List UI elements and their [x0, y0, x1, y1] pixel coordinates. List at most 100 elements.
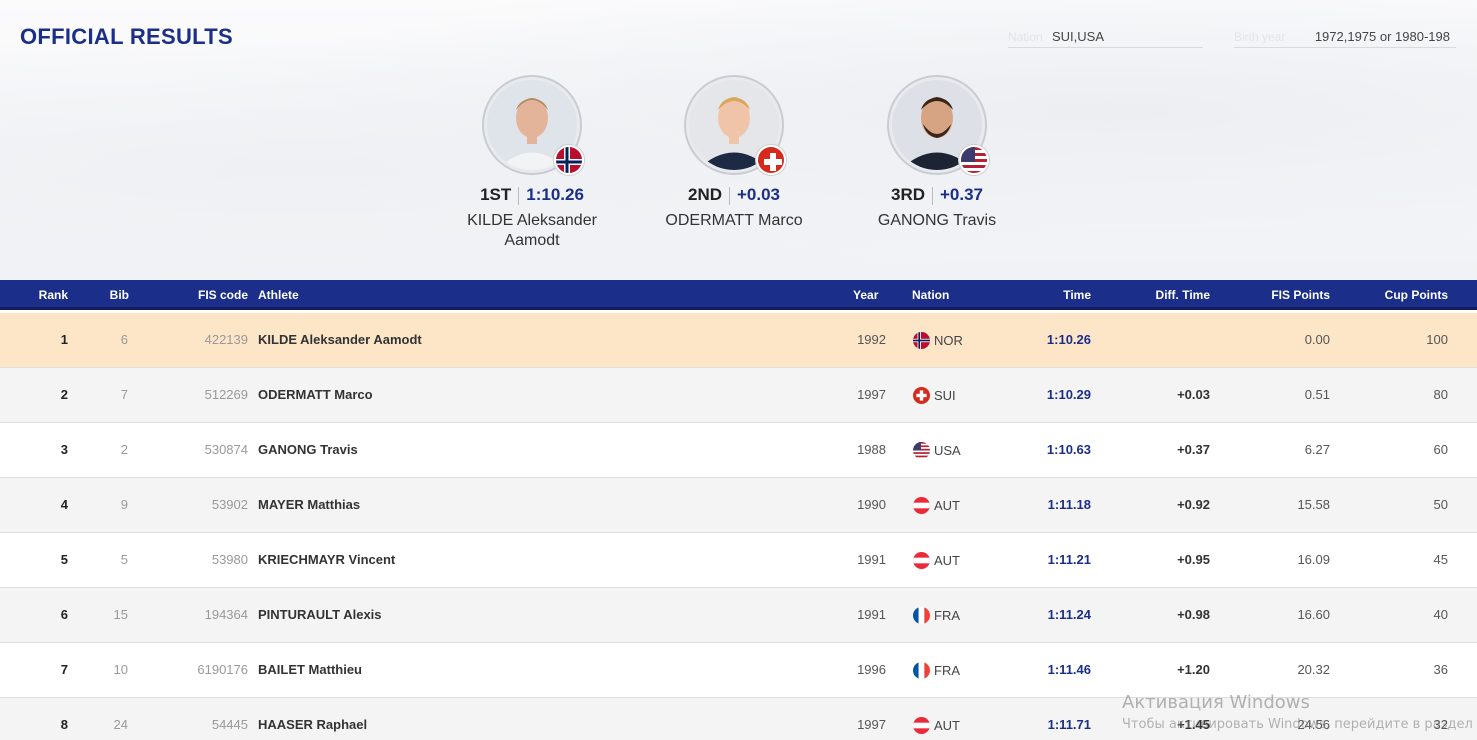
- diff-time-cell: +1.20: [1177, 662, 1210, 677]
- column-header-bib[interactable]: Bib: [100, 288, 129, 302]
- time-cell: 1:11.21: [1047, 552, 1091, 567]
- fis-code-cell: 53902: [211, 497, 248, 512]
- podium-time: +0.03: [737, 185, 781, 204]
- rank-cell: 2: [60, 387, 68, 402]
- nation-code: FRA: [934, 608, 960, 623]
- podium-card-first[interactable]: 1ST 1:10.26 KILDE Aleksander Aamodt: [442, 75, 622, 251]
- column-header-cup-points[interactable]: Cup Points: [1360, 288, 1448, 302]
- athlete-name-link[interactable]: KRIECHMAYR Vincent: [258, 552, 395, 567]
- rank-cell: 5: [60, 552, 68, 567]
- rank-cell: 8: [60, 717, 68, 732]
- table-row[interactable]: 7 10 6190176 BAILET Matthieu 1996 FRA 1:11.46 +…: [0, 643, 1477, 698]
- fis-code-cell: 194364: [204, 607, 248, 622]
- nation-filter-input[interactable]: Nation SUI,USA: [1008, 28, 1203, 48]
- table-row[interactable]: 2 7 512269 ODERMATT Marco 1997 SUI 1:10.29 +0.0…: [0, 368, 1477, 423]
- athlete-name-link[interactable]: MAYER Matthias: [258, 497, 360, 512]
- podium-card-second[interactable]: 2ND +0.03 ODERMATT Marco: [644, 75, 824, 231]
- time-cell: 1:11.24: [1047, 607, 1091, 622]
- bib-cell: 10: [113, 662, 128, 677]
- rank-cell: 1: [60, 332, 68, 347]
- hero-banner: OFFICIAL RESULTS Nation SUI,USA Birth ye…: [0, 0, 1477, 280]
- norway-flag-icon: [554, 145, 584, 175]
- time-cell: 1:11.46: [1047, 662, 1091, 677]
- fis-points-cell: 16.60: [1297, 607, 1330, 622]
- time-cell: 1:10.26: [1046, 332, 1091, 347]
- table-row[interactable]: 3 2 530874 GANONG Travis 1988 USA 1:10.63 +0.37…: [0, 423, 1477, 478]
- fis-points-cell: 6.27: [1304, 442, 1330, 457]
- switzerland-flag-icon: [756, 145, 786, 175]
- fis-code-cell: 422139: [204, 332, 248, 347]
- avatar: [887, 75, 989, 175]
- bib-cell: 2: [120, 442, 128, 457]
- birth-year-filter-input[interactable]: Birth year 1972,1975 or 1980-198: [1234, 28, 1456, 48]
- column-header-year[interactable]: Year: [853, 288, 878, 302]
- year-cell: 1988: [857, 442, 886, 457]
- column-header-rank[interactable]: Rank: [0, 288, 68, 302]
- column-header-nation[interactable]: Nation: [912, 288, 949, 302]
- podium-result-line: 1ST 1:10.26: [442, 185, 622, 205]
- podium-athlete-name[interactable]: KILDE Aleksander Aamodt: [442, 211, 622, 251]
- column-header-fis-code[interactable]: FIS code: [160, 288, 248, 302]
- nation-code: NOR: [934, 333, 963, 348]
- fis-points-cell: 15.58: [1297, 497, 1330, 512]
- podium-place: 3RD: [890, 185, 925, 204]
- cup-points-cell: 80: [1433, 387, 1448, 402]
- athlete-name-link[interactable]: GANONG Travis: [258, 442, 358, 457]
- diff-time-cell: +0.03: [1177, 387, 1210, 402]
- rank-cell: 3: [60, 442, 68, 457]
- year-cell: 1991: [857, 552, 886, 567]
- podium-place: 1ST: [480, 185, 512, 204]
- page-title: OFFICIAL RESULTS: [20, 24, 233, 49]
- rank-cell: 6: [60, 607, 68, 622]
- nation-code: FRA: [934, 663, 960, 678]
- year-cell: 1997: [857, 387, 886, 402]
- nation-code: AUT: [934, 718, 960, 733]
- time-cell: 1:10.63: [1046, 442, 1091, 457]
- rank-cell: 4: [60, 497, 68, 512]
- fis-code-cell: 53980: [211, 552, 248, 567]
- athlete-name-link[interactable]: HAASER Raphael: [258, 717, 367, 732]
- diff-time-cell: +0.95: [1177, 552, 1210, 567]
- austria-flag-icon: [913, 497, 930, 514]
- austria-flag-icon: [913, 717, 930, 734]
- table-row[interactable]: 5 5 53980 KRIECHMAYR Vincent 1991 AUT 1:11.21 +…: [0, 533, 1477, 588]
- nation-cell: NOR: [913, 332, 963, 349]
- switzerland-flag-icon: [913, 387, 930, 404]
- podium-time: +0.37: [940, 185, 984, 204]
- table-row[interactable]: 1 6 422139 KILDE Aleksander Aamodt 1992 NOR 1:…: [0, 313, 1477, 368]
- podium-athlete-name[interactable]: GANONG Travis: [847, 211, 1027, 231]
- nation-code: SUI: [934, 388, 956, 403]
- athlete-name-link[interactable]: PINTURAULT Alexis: [258, 607, 382, 622]
- athlete-name-link[interactable]: KILDE Aleksander Aamodt: [258, 332, 422, 347]
- nation-cell: AUT: [913, 497, 960, 514]
- column-header-time[interactable]: Time: [1000, 288, 1091, 302]
- table-row[interactable]: 4 9 53902 MAYER Matthias 1990 AUT 1:11.18 +0.92…: [0, 478, 1477, 533]
- fis-code-cell: 54445: [211, 717, 248, 732]
- year-cell: 1992: [857, 332, 886, 347]
- athlete-name-link[interactable]: ODERMATT Marco: [258, 387, 373, 402]
- results-table-header: Rank Bib FIS code Athlete Year Nation Ti…: [0, 280, 1477, 310]
- france-flag-icon: [913, 662, 930, 679]
- cup-points-cell: 100: [1426, 332, 1448, 347]
- year-cell: 1997: [857, 717, 886, 732]
- nation-cell: FRA: [913, 662, 960, 679]
- usa-flag-icon: [959, 145, 989, 175]
- time-cell: 1:11.18: [1047, 497, 1091, 512]
- bib-cell: 7: [120, 387, 128, 402]
- podium-card-third[interactable]: 3RD +0.37 GANONG Travis: [847, 75, 1027, 231]
- athlete-name-link[interactable]: BAILET Matthieu: [258, 662, 362, 677]
- podium-athlete-name[interactable]: ODERMATT Marco: [644, 211, 824, 231]
- column-header-athlete[interactable]: Athlete: [258, 288, 299, 302]
- column-header-fis-points[interactable]: FIS Points: [1240, 288, 1330, 302]
- fis-points-cell: 16.09: [1297, 552, 1330, 567]
- fis-code-cell: 530874: [204, 442, 248, 457]
- avatar: [482, 75, 584, 175]
- avatar: [684, 75, 786, 175]
- fis-points-cell: 20.32: [1297, 662, 1330, 677]
- nation-cell: USA: [913, 442, 961, 459]
- table-row[interactable]: 6 15 194364 PINTURAULT Alexis 1991 FRA 1:11.24…: [0, 588, 1477, 643]
- nation-cell: FRA: [913, 607, 960, 624]
- norway-flag-icon: [913, 332, 930, 349]
- nation-code: AUT: [934, 553, 960, 568]
- column-header-diff-time[interactable]: Diff. Time: [1120, 288, 1210, 302]
